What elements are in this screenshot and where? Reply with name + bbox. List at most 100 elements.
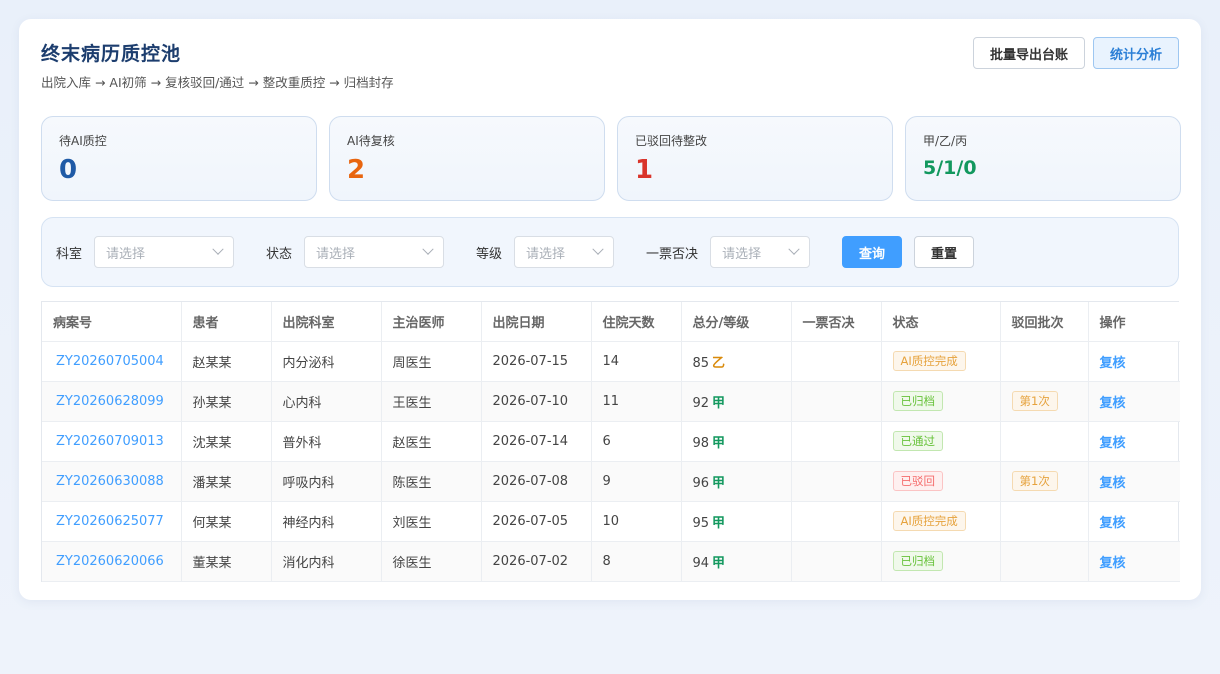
record-id-link[interactable]: ZY20260620066: [56, 554, 164, 569]
table-row: ZY20260709013 沈某某 普外科 赵医生 2026-07-14 6 9…: [42, 421, 1180, 462]
veto-select-placeholder: 请选择: [722, 246, 762, 262]
status-cell: 已归档: [881, 541, 1001, 582]
status-cell: AI质控完成: [881, 501, 1001, 542]
grade-value: 甲: [712, 515, 726, 531]
doctor-cell: 王医生: [381, 381, 482, 422]
col-header-doctor[interactable]: 主治医师: [381, 302, 482, 342]
review-link[interactable]: 复核: [1100, 436, 1126, 451]
dept-filter-label: 科室: [56, 246, 83, 262]
veto-cell: [791, 341, 882, 382]
score-value: 98: [692, 435, 710, 451]
table-row: ZY20260705004 赵某某 内分泌科 周医生 2026-07-15 14…: [42, 341, 1180, 382]
table-row: ZY20260620066 董某某 消化内科 徐医生 2026-07-02 8 …: [42, 541, 1180, 582]
status-badge: AI质控完成: [892, 511, 966, 531]
header-actions: 批量导出台账 统计分析: [972, 37, 1179, 69]
score-value: 92: [692, 395, 710, 411]
dept-cell: 普外科: [271, 421, 382, 462]
date-cell: 2026-07-08: [481, 461, 592, 502]
table-row: ZY20260625077 何某某 神经内科 刘医生 2026-07-05 10…: [42, 501, 1180, 542]
veto-cell: [791, 541, 882, 582]
patient-cell: 潘某某: [181, 461, 272, 502]
review-link[interactable]: 复核: [1100, 356, 1126, 371]
date-cell: 2026-07-02: [481, 541, 592, 582]
action-cell: 复核: [1088, 501, 1180, 542]
batch-cell: [1000, 341, 1089, 382]
grade-value: 甲: [712, 475, 726, 491]
review-link[interactable]: 复核: [1100, 516, 1126, 531]
col-header-date[interactable]: 出院日期: [481, 302, 592, 342]
status-badge: 已归档: [892, 391, 943, 411]
dept-select[interactable]: 请选择: [94, 236, 235, 268]
status-badge: 已驳回: [892, 471, 943, 491]
score-cell: 92 甲: [681, 381, 792, 422]
filter-bar: 科室 请选择 状态 请选择 等级 请选择 一票否决 请选择 查询 重置: [41, 217, 1179, 287]
score-value: 85: [692, 355, 710, 371]
dept-cell: 心内科: [271, 381, 382, 422]
status-badge: AI质控完成: [892, 351, 966, 371]
days-cell: 14: [591, 341, 682, 382]
stat-label: 甲/乙/丙: [923, 134, 968, 148]
action-cell: 复核: [1088, 421, 1180, 462]
chevron-down-icon: [422, 243, 434, 255]
veto-cell: [791, 421, 882, 462]
col-header-action: 操作: [1088, 302, 1180, 342]
record-id-link[interactable]: ZY20260630088: [56, 474, 164, 489]
score-value: 95: [692, 515, 710, 531]
col-header-id[interactable]: 病案号: [42, 302, 182, 342]
col-header-veto[interactable]: 一票否决: [791, 302, 882, 342]
veto-select[interactable]: 请选择: [710, 236, 811, 268]
records-table: 病案号 患者 出院科室 主治医师 出院日期 住院天数 总分/等级 一票否决 状态…: [41, 301, 1180, 582]
chevron-down-icon: [592, 243, 604, 255]
record-id-link[interactable]: ZY20260625077: [56, 514, 164, 529]
col-header-status[interactable]: 状态: [881, 302, 1001, 342]
stat-card-ai-review: AI待复核 2: [329, 116, 605, 201]
statistics-button[interactable]: 统计分析: [1092, 37, 1179, 69]
status-select-placeholder: 请选择: [316, 246, 356, 262]
record-id-link[interactable]: ZY20260628099: [56, 394, 164, 409]
batch-export-button[interactable]: 批量导出台账: [972, 37, 1085, 69]
days-cell: 8: [591, 541, 682, 582]
stat-label: AI待复核: [347, 134, 395, 148]
grade-select[interactable]: 请选择: [514, 236, 615, 268]
col-header-dept[interactable]: 出院科室: [271, 302, 382, 342]
stat-value: 0: [59, 155, 78, 185]
status-badge: 已归档: [892, 551, 943, 571]
grade-value: 乙: [712, 355, 726, 371]
review-link[interactable]: 复核: [1100, 396, 1126, 411]
date-cell: 2026-07-15: [481, 341, 592, 382]
col-header-patient[interactable]: 患者: [181, 302, 272, 342]
score-cell: 85 乙: [681, 341, 792, 382]
action-cell: 复核: [1088, 381, 1180, 422]
reset-button[interactable]: 重置: [914, 236, 975, 268]
page-title: 终末病历质控池: [41, 43, 182, 65]
col-header-score[interactable]: 总分/等级: [681, 302, 792, 342]
doctor-cell: 周医生: [381, 341, 482, 382]
doctor-cell: 刘医生: [381, 501, 482, 542]
record-id-link[interactable]: ZY20260709013: [56, 434, 164, 449]
review-link[interactable]: 复核: [1100, 476, 1126, 491]
stat-card-pending-ai: 待AI质控 0: [41, 116, 317, 201]
col-header-days[interactable]: 住院天数: [591, 302, 682, 342]
status-badge: 已通过: [892, 431, 943, 451]
veto-cell: [791, 501, 882, 542]
days-cell: 6: [591, 421, 682, 462]
status-filter-label: 状态: [266, 246, 293, 262]
days-cell: 9: [591, 461, 682, 502]
patient-cell: 沈某某: [181, 421, 272, 462]
dept-cell: 呼吸内科: [271, 461, 382, 502]
status-select[interactable]: 请选择: [304, 236, 445, 268]
grade-value: 甲: [712, 555, 726, 571]
grade-filter-label: 等级: [476, 246, 503, 262]
record-id-link[interactable]: ZY20260705004: [56, 354, 164, 369]
date-cell: 2026-07-10: [481, 381, 592, 422]
doctor-cell: 陈医生: [381, 461, 482, 502]
patient-cell: 赵某某: [181, 341, 272, 382]
review-link[interactable]: 复核: [1100, 556, 1126, 571]
col-header-batch[interactable]: 驳回批次: [1000, 302, 1089, 342]
score-cell: 94 甲: [681, 541, 792, 582]
table-header-row: 病案号 患者 出院科室 主治医师 出院日期 住院天数 总分/等级 一票否决 状态…: [42, 302, 1180, 342]
score-value: 94: [692, 555, 710, 571]
search-button[interactable]: 查询: [842, 236, 903, 268]
page-header: 终末病历质控池 出院入库 → AI初筛 → 复核驳回/通过 → 整改重质控 → …: [41, 39, 394, 91]
dept-cell: 神经内科: [271, 501, 382, 542]
